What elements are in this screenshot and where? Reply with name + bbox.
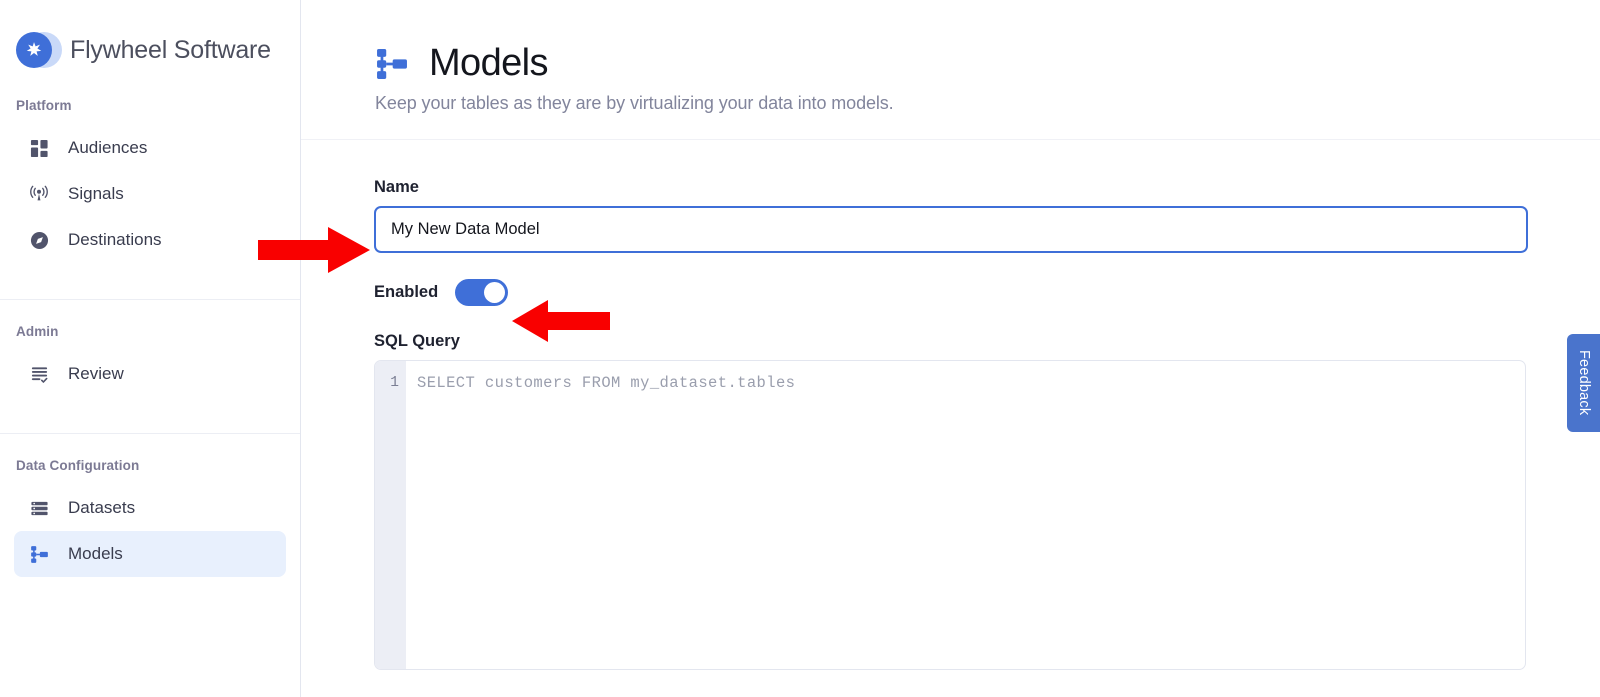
feedback-tab[interactable]: Feedback	[1567, 334, 1600, 432]
page-title-row: Models	[375, 42, 1600, 85]
broadcast-antenna-icon	[28, 183, 50, 205]
sidebar-item-audiences[interactable]: Audiences	[14, 125, 286, 171]
sitemap-icon	[28, 543, 50, 565]
sidebar-item-review[interactable]: Review	[14, 351, 286, 397]
toggle-knob	[484, 282, 506, 303]
name-input[interactable]	[374, 206, 1528, 253]
app-root: Flywheel Software Platform Audiences Sig…	[0, 0, 1600, 697]
main-content: Models Keep your tables as they are by v…	[301, 0, 1600, 697]
section-label-platform: Platform	[16, 98, 72, 113]
logo-disc	[16, 32, 52, 68]
sql-query-code[interactable]: SELECT customers FROM my_dataset.tables	[406, 361, 1525, 669]
sidebar-section-data-configuration: Data Configuration Datasets Models	[0, 458, 300, 577]
brand[interactable]: Flywheel Software	[0, 0, 300, 74]
sql-gutter-line-number: 1	[375, 361, 406, 669]
page-header: Models Keep your tables as they are by v…	[301, 0, 1600, 114]
sidebar-divider-2	[0, 433, 300, 434]
sidebar-item-destinations[interactable]: Destinations	[14, 217, 286, 263]
page-title: Models	[429, 42, 549, 84]
sidebar-item-label: Review	[68, 364, 124, 383]
name-field-label: Name	[374, 178, 419, 196]
sql-query-editor[interactable]: 1 SELECT customers FROM my_dataset.table…	[374, 360, 1526, 670]
sitemap-icon	[375, 47, 409, 81]
page-subtitle: Keep your tables as they are by virtuali…	[375, 93, 894, 113]
compass-icon	[28, 229, 50, 251]
section-label-data-configuration: Data Configuration	[16, 458, 140, 473]
sidebar-item-label: Destinations	[68, 230, 162, 249]
annotation-arrow-name-field	[258, 227, 370, 273]
sidebar-item-models[interactable]: Models	[14, 531, 286, 577]
enabled-toggle[interactable]	[455, 279, 509, 306]
sidebar-item-datasets[interactable]: Datasets	[14, 485, 286, 531]
enabled-label: Enabled	[374, 283, 439, 301]
sidebar: Flywheel Software Platform Audiences Sig…	[0, 0, 301, 697]
section-label-admin: Admin	[16, 324, 59, 339]
grid-dashboard-icon	[28, 137, 50, 159]
brand-logo	[16, 30, 62, 70]
annotation-arrow-enabled-toggle	[512, 300, 610, 342]
sidebar-item-label: Signals	[68, 184, 124, 203]
sidebar-item-signals[interactable]: Signals	[14, 171, 286, 217]
feedback-tab-label: Feedback	[1576, 350, 1592, 416]
sidebar-item-label: Audiences	[68, 138, 148, 157]
sidebar-item-label: Datasets	[68, 498, 136, 517]
sidebar-section-admin: Admin Review	[0, 324, 300, 397]
sparkle-star-icon	[26, 42, 42, 56]
sidebar-section-platform: Platform Audiences Signals Destinations	[0, 98, 300, 263]
database-rows-icon	[28, 497, 50, 519]
sidebar-item-label: Models	[68, 544, 123, 563]
sidebar-divider-1	[0, 299, 300, 300]
brand-name: Flywheel Software	[70, 35, 271, 64]
model-form: Name Enabled SQL Query 1 SELECT customer…	[301, 140, 1600, 670]
checklist-icon	[28, 363, 50, 385]
